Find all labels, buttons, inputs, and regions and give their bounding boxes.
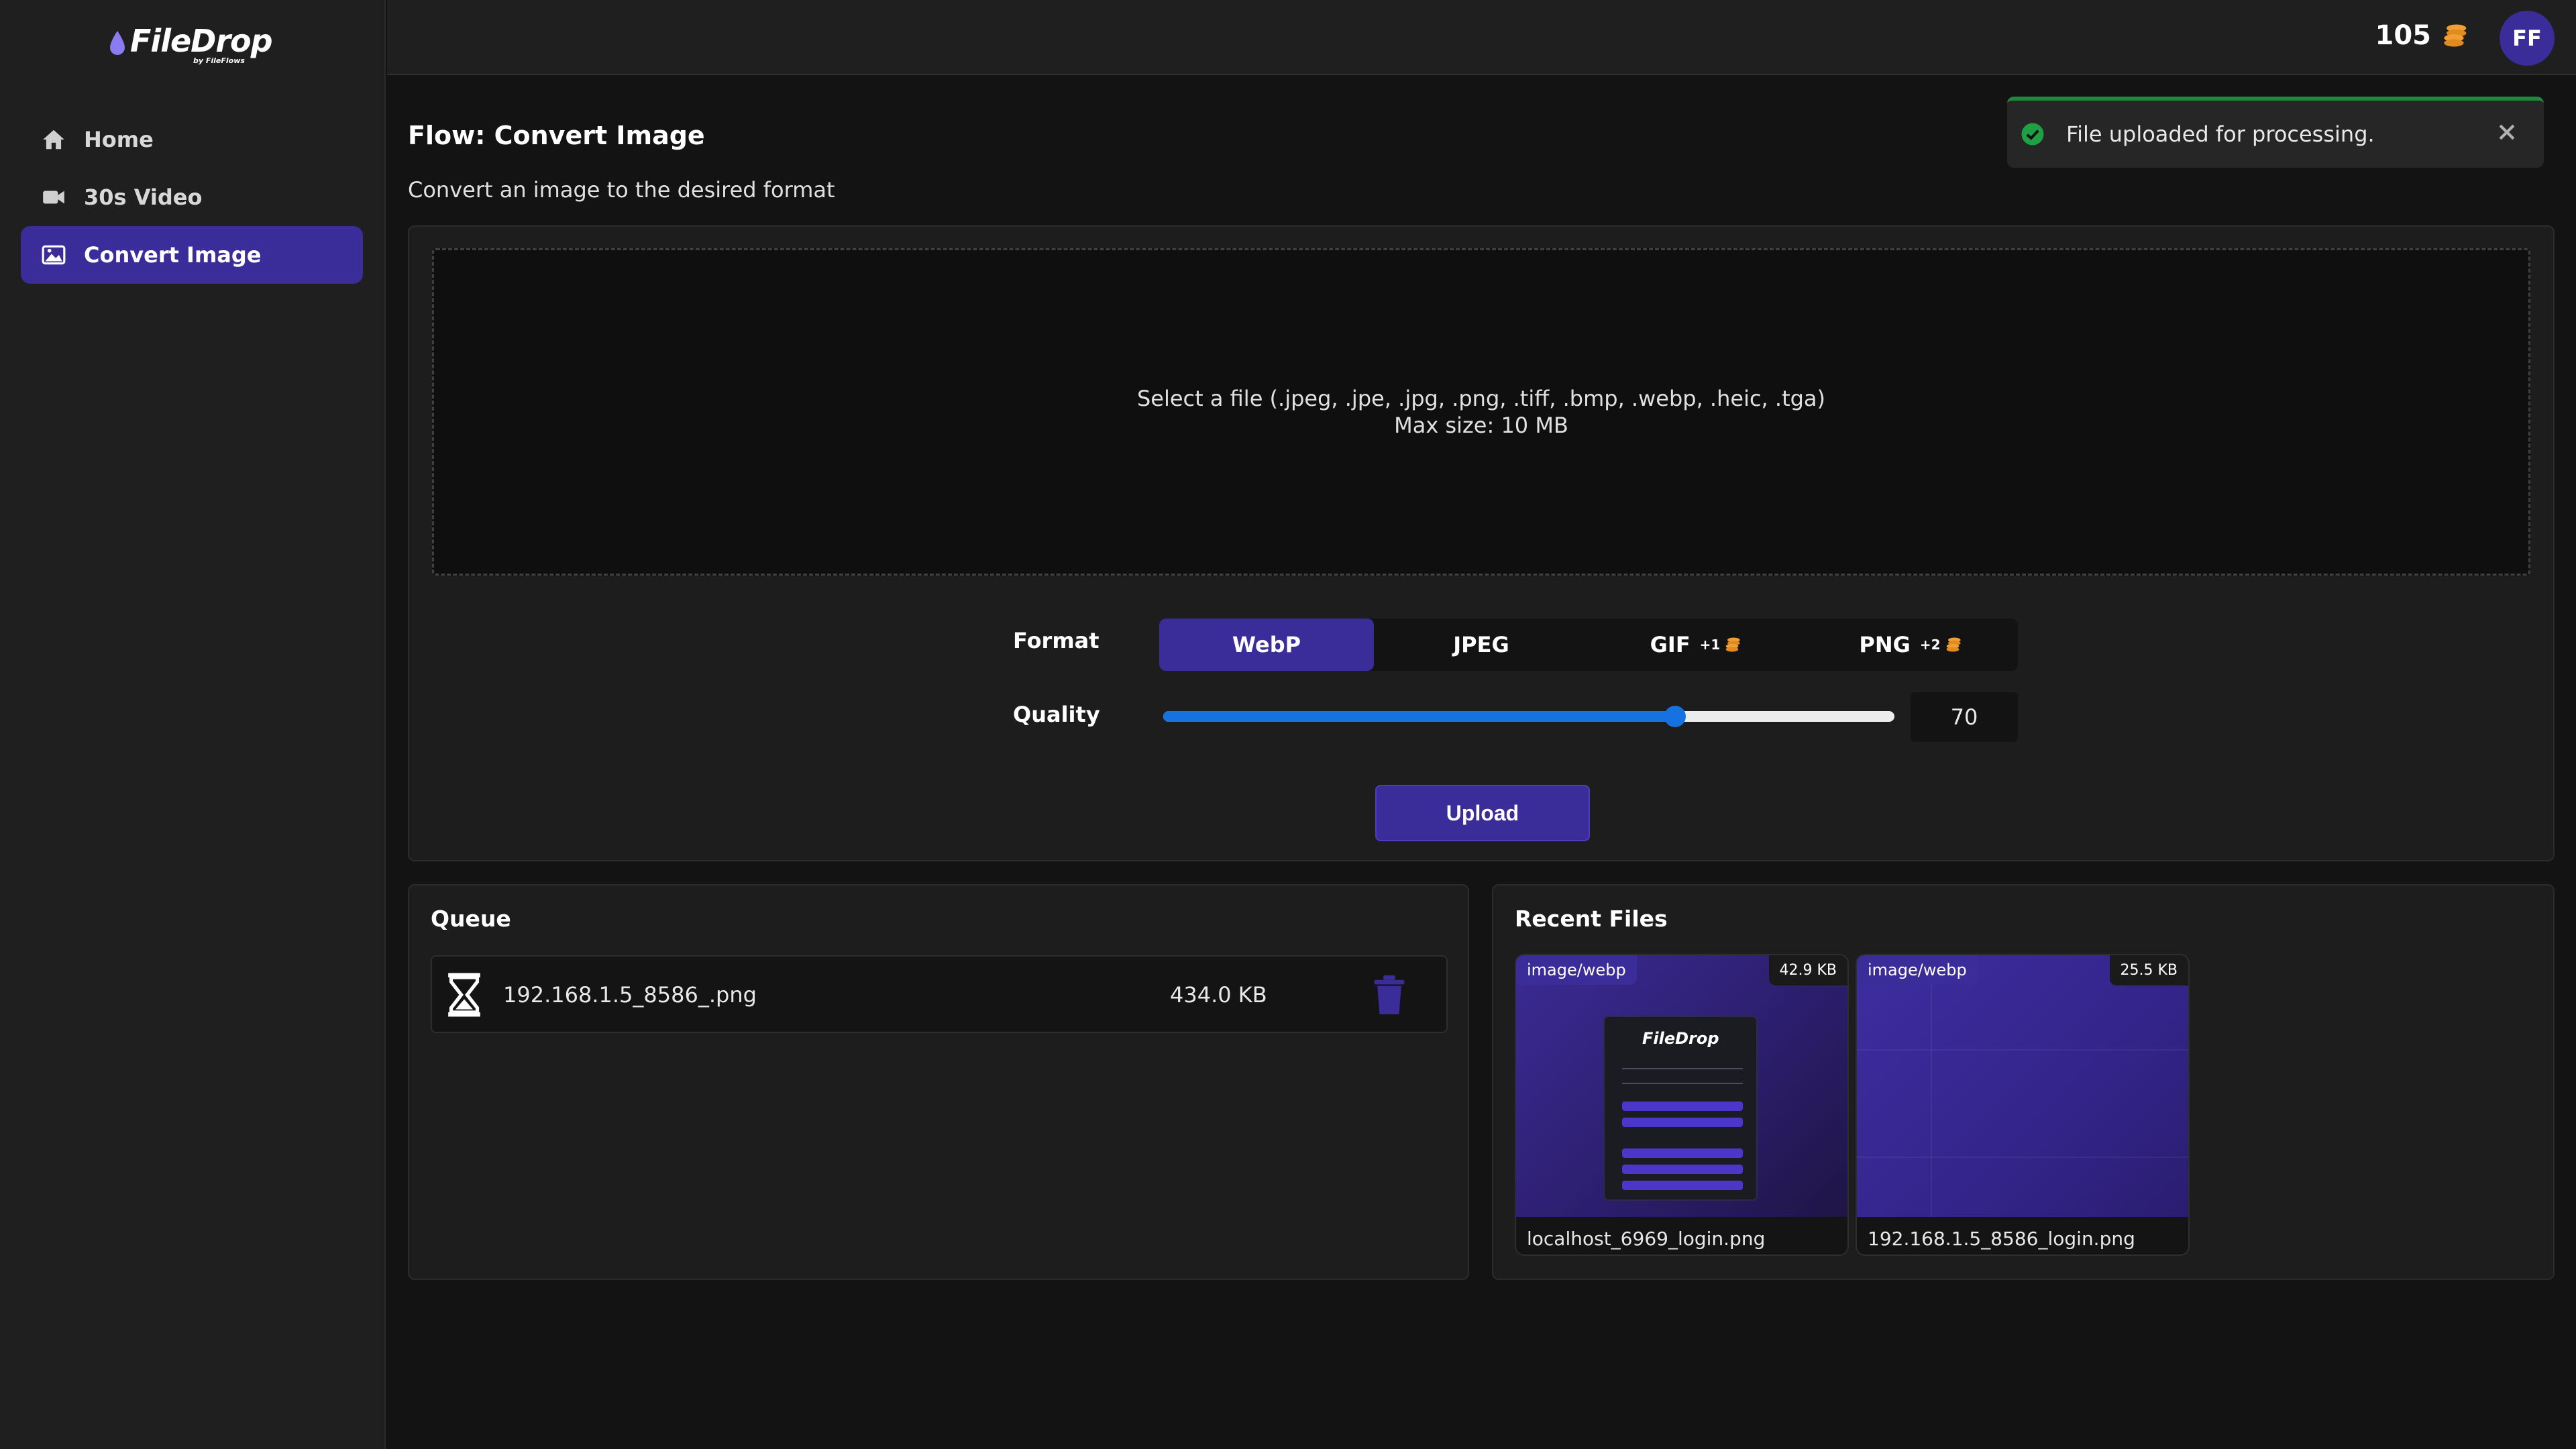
sidebar-item-label: Home	[84, 127, 154, 152]
user-avatar[interactable]: FF	[2500, 11, 2555, 66]
file-mime-badge: image/webp	[1516, 955, 1637, 985]
quality-slider-fill	[1163, 711, 1675, 722]
file-thumbnail: FileDrop	[1516, 955, 1847, 1217]
format-option-png[interactable]: PNG +2	[1803, 619, 2018, 671]
login-preview: FileDrop	[1603, 1016, 1758, 1201]
coins-icon	[1946, 637, 1961, 652]
dropzone-max-size: Max size: 10 MB	[1394, 413, 1568, 438]
hourglass-icon	[448, 973, 480, 1017]
sidebar-nav: Home 30s Video Convert Image	[21, 111, 363, 284]
format-option-gif[interactable]: GIF +1	[1589, 619, 1803, 671]
recent-files-panel: Recent Files FileDrop image/webp 42.9 KB…	[1492, 884, 2555, 1280]
coins-icon	[2444, 24, 2467, 47]
recent-files-title: Recent Files	[1515, 906, 1668, 932]
preview-button	[1622, 1148, 1743, 1158]
credits-balance[interactable]: 105	[2375, 20, 2469, 51]
format-option-label: GIF	[1650, 632, 1690, 657]
recent-file-card[interactable]: FileDrop image/webp 42.9 KB localhost_69…	[1515, 954, 1849, 1256]
preview-field	[1622, 1083, 1743, 1084]
quality-slider-thumb[interactable]	[1664, 706, 1686, 727]
dropzone-instructions: Select a file (.jpeg, .jpe, .jpg, .png, …	[1136, 386, 1826, 411]
sidebar-item-convert-image[interactable]: Convert Image	[21, 226, 363, 284]
queue-title: Queue	[431, 906, 511, 932]
preview-button	[1622, 1181, 1743, 1190]
file-size-badge: 25.5 KB	[2109, 955, 2188, 985]
format-option-label: PNG	[1859, 632, 1911, 657]
upload-button[interactable]: Upload	[1375, 785, 1590, 841]
close-icon[interactable]	[2496, 121, 2518, 144]
file-dropzone[interactable]: Select a file (.jpeg, .jpe, .jpg, .png, …	[432, 248, 2530, 576]
preview-button	[1622, 1165, 1743, 1174]
format-option-label: WebP	[1232, 632, 1301, 657]
logo-text: FileDrop	[130, 23, 273, 59]
quality-label: Quality	[1013, 702, 1100, 727]
file-name: localhost_6969_login.png	[1527, 1228, 1766, 1250]
app-logo[interactable]: FileDrop by FileFlows	[109, 23, 273, 65]
droplet-icon	[110, 31, 125, 55]
sidebar-item-label: 30s Video	[84, 184, 203, 210]
success-toast: File uploaded for processing.	[2007, 97, 2544, 168]
file-name: 192.168.1.5_8586_login.png	[1868, 1228, 2135, 1250]
sidebar-item-label: Convert Image	[84, 242, 262, 268]
queue-panel: Queue 192.168.1.5_8586_.png 434.0 KB	[408, 884, 1469, 1280]
video-icon	[43, 191, 64, 204]
home-icon	[43, 129, 64, 150]
format-cost: +1	[1699, 637, 1721, 653]
format-cost-badge: +2	[1920, 635, 1962, 654]
page-description: Convert an image to the desired format	[408, 177, 835, 203]
trash-icon[interactable]	[1374, 975, 1405, 1014]
format-selector: WebP JPEG GIF +1 PNG +2	[1159, 619, 2018, 671]
preview-button	[1622, 1102, 1743, 1111]
check-circle-icon	[2021, 123, 2044, 146]
credits-count: 105	[2375, 20, 2432, 51]
format-option-webp[interactable]: WebP	[1159, 619, 1374, 671]
sidebar-item-home[interactable]: Home	[21, 111, 363, 168]
queue-item-name: 192.168.1.5_8586_.png	[503, 982, 757, 1008]
page-title: Flow: Convert Image	[408, 121, 705, 150]
toast-message: File uploaded for processing.	[2066, 121, 2375, 147]
logo-subtitle: by FileFlows	[193, 56, 245, 65]
file-thumbnail	[1857, 955, 2188, 1217]
file-mime-badge: image/webp	[1857, 955, 1978, 985]
format-label: Format	[1013, 628, 1099, 653]
format-cost: +2	[1919, 637, 1941, 653]
coins-icon	[1726, 637, 1741, 652]
image-icon	[42, 245, 66, 265]
format-option-label: JPEG	[1453, 632, 1509, 657]
quality-slider[interactable]	[1163, 706, 1894, 727]
preview-field	[1622, 1068, 1743, 1069]
format-option-jpeg[interactable]: JPEG	[1374, 619, 1589, 671]
flow-form-card: Select a file (.jpeg, .jpe, .jpg, .png, …	[408, 225, 2555, 861]
file-size-badge: 42.9 KB	[1768, 955, 1847, 985]
recent-file-card[interactable]: image/webp 25.5 KB 192.168.1.5_8586_logi…	[1856, 954, 2190, 1256]
queue-item: 192.168.1.5_8586_.png 434.0 KB	[431, 955, 1448, 1033]
format-cost-badge: +1	[1700, 635, 1742, 654]
queue-item-size: 434.0 KB	[1170, 982, 1267, 1008]
sidebar-item-30s-video[interactable]: 30s Video	[21, 168, 363, 226]
logo-text: FileDrop	[1642, 1029, 1719, 1048]
preview-button	[1622, 1118, 1743, 1127]
quality-value-input[interactable]: 70	[1911, 692, 2018, 742]
top-bar: 105 FF	[387, 0, 2576, 75]
sidebar: FileDrop by FileFlows Home 30s Video Con…	[0, 0, 386, 1449]
